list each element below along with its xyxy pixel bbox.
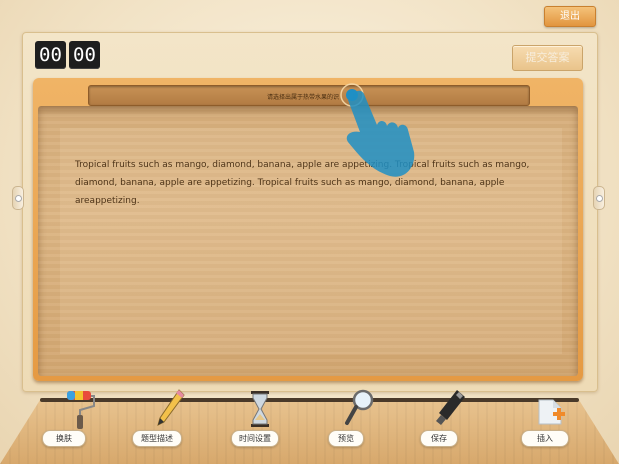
usb-drive-icon <box>436 390 465 425</box>
hourglass-icon <box>251 391 269 427</box>
pointing-hand-icon <box>340 83 415 177</box>
toolbar-label-reskin[interactable]: 换肤 <box>42 430 86 447</box>
shelf-edge <box>40 398 579 402</box>
countdown-timer: 00 00 <box>35 41 100 69</box>
magnifier-icon <box>345 389 374 425</box>
toolbar-label-preview[interactable]: 预览 <box>328 430 364 447</box>
pencil-icon <box>157 389 185 426</box>
toolbar-label-save[interactable]: 保存 <box>420 430 458 447</box>
paint-roller-icon <box>67 391 95 429</box>
toolbar-label-time-setting[interactable]: 时间设置 <box>231 430 279 447</box>
toolbar-label-insert[interactable]: 插入 <box>521 430 569 447</box>
timer-seconds: 00 <box>69 41 100 69</box>
left-clip-icon <box>12 186 24 210</box>
question-prompt: 请选择出属于热带水果的识 <box>267 94 340 101</box>
passage-text: Tropical fruits such as mango, diamond, … <box>75 160 530 206</box>
right-clip-icon <box>593 186 605 210</box>
exit-button[interactable]: 退出 <box>544 6 596 27</box>
submit-answer-button[interactable]: 提交答案 <box>512 45 583 71</box>
insert-plus-icon <box>538 399 565 425</box>
timer-minutes: 00 <box>35 41 66 69</box>
toolbar-label-question-type[interactable]: 题型描述 <box>132 430 182 447</box>
